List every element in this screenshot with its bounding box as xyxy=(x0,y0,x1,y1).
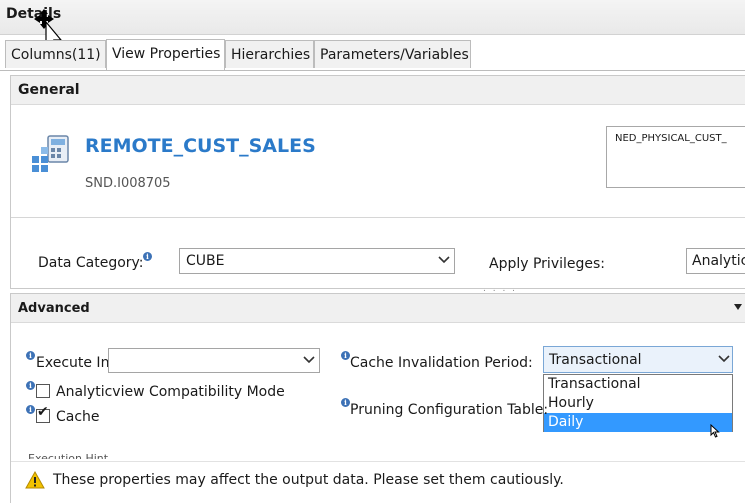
view-package: SND.I008705 xyxy=(85,176,171,191)
warning-icon xyxy=(25,471,45,489)
cache-invalidation-value: Transactional xyxy=(549,352,642,368)
info-icon: i xyxy=(26,381,35,390)
general-section-title: General xyxy=(18,82,80,98)
analyticview-compat-label: Analyticview Compatibility Mode xyxy=(56,384,285,400)
divider xyxy=(11,217,745,218)
dropdown-option-hourly[interactable]: Hourly xyxy=(544,394,732,413)
chevron-down-icon xyxy=(438,256,450,264)
execution-hint-label: Execution Hint xyxy=(28,452,109,459)
info-icon: i xyxy=(26,405,35,414)
tab-view-properties[interactable]: View Properties xyxy=(106,39,225,70)
apply-privileges-value: Analytic xyxy=(692,253,745,269)
tab-parameters-variables[interactable]: Parameters/Variables xyxy=(314,40,471,68)
tab-label: Parameters/Variables xyxy=(320,47,469,63)
info-icon: i xyxy=(26,351,35,360)
advanced-section-title: Advanced xyxy=(18,301,90,316)
execute-in-label: Execute In: xyxy=(36,355,115,371)
pointer-cursor-icon xyxy=(710,424,720,438)
description-field[interactable]: NED_PHYSICAL_CUST_ xyxy=(606,126,745,188)
cache-invalidation-label: Cache Invalidation Period: xyxy=(350,355,533,371)
tab-label: View Properties xyxy=(112,46,221,62)
warning-text: These properties may affect the output d… xyxy=(53,472,564,488)
dropdown-option-transactional[interactable]: Transactional xyxy=(544,375,732,394)
description-text: NED_PHYSICAL_CUST_ xyxy=(615,133,727,144)
info-icon: i xyxy=(341,351,350,360)
tab-columns[interactable]: Columns(11) xyxy=(5,40,106,68)
cache-label: Cache xyxy=(56,409,100,425)
tab-label: Columns(11) xyxy=(11,47,101,63)
dropdown-option-daily[interactable]: Daily xyxy=(544,413,732,432)
analyticview-compat-checkbox[interactable] xyxy=(36,384,50,398)
tab-bar: Columns(11) View Properties Hierarchies … xyxy=(0,38,745,71)
info-icon: i xyxy=(143,252,152,261)
apply-privileges-label: Apply Privileges: xyxy=(489,256,606,272)
tab-hierarchies[interactable]: Hierarchies xyxy=(225,40,314,68)
calculation-view-icon xyxy=(32,135,69,172)
view-name: REMOTE_CUST_SALES xyxy=(85,135,316,157)
data-category-label: Data Category: xyxy=(38,255,144,271)
tab-label: Hierarchies xyxy=(231,47,311,63)
general-section-header[interactable] xyxy=(11,76,745,105)
info-icon: i xyxy=(341,398,350,407)
execute-in-select[interactable] xyxy=(108,348,320,373)
chevron-down-icon xyxy=(303,356,315,364)
pruning-config-label: Pruning Configuration Table: xyxy=(350,402,549,418)
checkmark-icon: ✔ xyxy=(37,404,49,420)
data-category-value: CUBE xyxy=(186,253,225,269)
chevron-down-icon xyxy=(718,355,730,363)
details-title-bar xyxy=(0,0,745,35)
collapse-arrow-icon[interactable] xyxy=(733,303,743,311)
advanced-section-header[interactable] xyxy=(11,294,745,323)
